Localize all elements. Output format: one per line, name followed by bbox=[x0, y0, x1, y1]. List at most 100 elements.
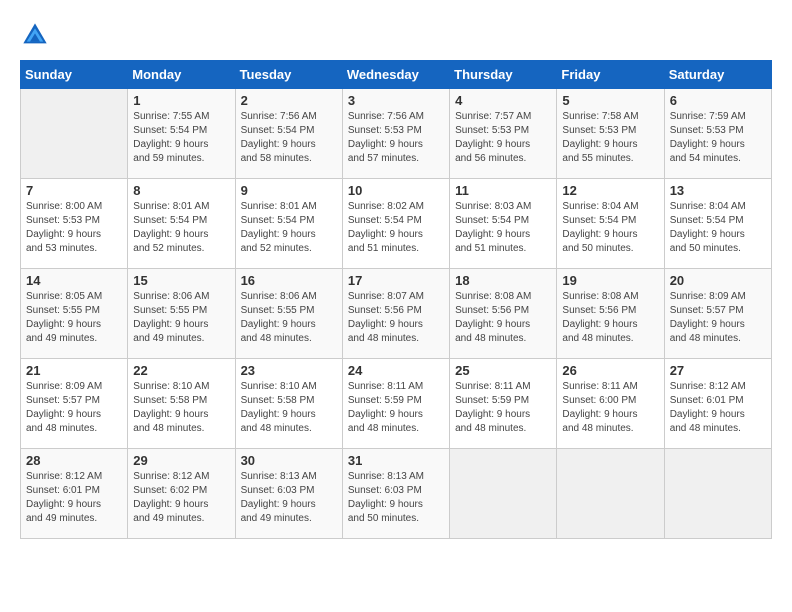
page-header bbox=[20, 20, 772, 50]
calendar-cell: 16 Sunrise: 8:06 AMSunset: 5:55 PMDayligh… bbox=[235, 269, 342, 359]
calendar-cell: 22Sunrise: 8:10 AMSunset: 5:58 PMDayligh… bbox=[128, 359, 235, 449]
day-info: Sunrise: 8:13 AMSunset: 6:03 PMDaylight:… bbox=[348, 470, 444, 526]
header-thursday: Thursday bbox=[450, 61, 557, 89]
day-info: Sunrise: 8:01 AMSunset: 5:54 PMDaylight:… bbox=[241, 200, 337, 256]
day-number: 18 bbox=[455, 273, 551, 288]
calendar-week-1: 1 Sunrise: 7:55 AMSunset: 5:54 PMDaylight… bbox=[21, 89, 772, 179]
day-number: 5 bbox=[562, 93, 658, 108]
day-info: Sunrise: 8:08 AMSunset: 5:56 PMDaylight:… bbox=[455, 290, 551, 346]
day-number: 9 bbox=[241, 183, 337, 198]
day-number: 26 bbox=[562, 363, 658, 378]
day-number: 19 bbox=[562, 273, 658, 288]
calendar-cell: 30 Sunrise: 8:13 AMSunset: 6:03 PMDayligh… bbox=[235, 449, 342, 539]
calendar-cell: 8 Sunrise: 8:01 AMSunset: 5:54 PMDaylight… bbox=[128, 179, 235, 269]
day-number: 29 bbox=[133, 453, 229, 468]
header-tuesday: Tuesday bbox=[235, 61, 342, 89]
day-number: 31 bbox=[348, 453, 444, 468]
day-number: 28 bbox=[26, 453, 122, 468]
day-number: 8 bbox=[133, 183, 229, 198]
day-number: 4 bbox=[455, 93, 551, 108]
calendar-week-2: 7 Sunrise: 8:00 AMSunset: 5:53 PMDaylight… bbox=[21, 179, 772, 269]
day-number: 14 bbox=[26, 273, 122, 288]
day-number: 7 bbox=[26, 183, 122, 198]
calendar-cell: 29 Sunrise: 8:12 AMSunset: 6:02 PMDayligh… bbox=[128, 449, 235, 539]
day-info: Sunrise: 7:56 AMSunset: 5:53 PMDaylight:… bbox=[348, 110, 444, 166]
day-info: Sunrise: 8:01 AMSunset: 5:54 PMDaylight:… bbox=[133, 200, 229, 256]
day-number: 6 bbox=[670, 93, 766, 108]
header-monday: Monday bbox=[128, 61, 235, 89]
calendar-cell: 31 Sunrise: 8:13 AMSunset: 6:03 PMDayligh… bbox=[342, 449, 449, 539]
calendar-cell: 25 Sunrise: 8:11 AMSunset: 5:59 PMDayligh… bbox=[450, 359, 557, 449]
calendar-cell bbox=[664, 449, 771, 539]
day-info: Sunrise: 8:03 AMSunset: 5:54 PMDaylight:… bbox=[455, 200, 551, 256]
calendar-cell: 26Sunrise: 8:11 AMSunset: 6:00 PMDayligh… bbox=[557, 359, 664, 449]
calendar-cell: 7 Sunrise: 8:00 AMSunset: 5:53 PMDaylight… bbox=[21, 179, 128, 269]
calendar-cell bbox=[21, 89, 128, 179]
day-info: Sunrise: 8:09 AMSunset: 5:57 PMDaylight:… bbox=[26, 380, 122, 436]
day-info: Sunrise: 8:10 AMSunset: 5:58 PMDaylight:… bbox=[133, 380, 229, 436]
day-number: 2 bbox=[241, 93, 337, 108]
calendar-cell bbox=[557, 449, 664, 539]
day-info: Sunrise: 8:09 AMSunset: 5:57 PMDaylight:… bbox=[670, 290, 766, 346]
day-number: 20 bbox=[670, 273, 766, 288]
calendar-cell: 5 Sunrise: 7:58 AMSunset: 5:53 PMDaylight… bbox=[557, 89, 664, 179]
calendar-cell: 21 Sunrise: 8:09 AMSunset: 5:57 PMDayligh… bbox=[21, 359, 128, 449]
day-info: Sunrise: 7:59 AMSunset: 5:53 PMDaylight:… bbox=[670, 110, 766, 166]
calendar-cell: 13Sunrise: 8:04 AMSunset: 5:54 PMDayligh… bbox=[664, 179, 771, 269]
calendar-cell: 6 Sunrise: 7:59 AMSunset: 5:53 PMDaylight… bbox=[664, 89, 771, 179]
day-info: Sunrise: 8:08 AMSunset: 5:56 PMDaylight:… bbox=[562, 290, 658, 346]
calendar-header-row: SundayMondayTuesdayWednesdayThursdayFrid… bbox=[21, 61, 772, 89]
day-info: Sunrise: 8:07 AMSunset: 5:56 PMDaylight:… bbox=[348, 290, 444, 346]
day-info: Sunrise: 8:10 AMSunset: 5:58 PMDaylight:… bbox=[241, 380, 337, 436]
header-sunday: Sunday bbox=[21, 61, 128, 89]
calendar-cell: 23 Sunrise: 8:10 AMSunset: 5:58 PMDayligh… bbox=[235, 359, 342, 449]
day-info: Sunrise: 7:58 AMSunset: 5:53 PMDaylight:… bbox=[562, 110, 658, 166]
logo-icon bbox=[20, 20, 50, 50]
day-number: 12 bbox=[562, 183, 658, 198]
calendar-week-3: 14 Sunrise: 8:05 AMSunset: 5:55 PMDayligh… bbox=[21, 269, 772, 359]
day-number: 15 bbox=[133, 273, 229, 288]
calendar-cell: 20 Sunrise: 8:09 AMSunset: 5:57 PMDayligh… bbox=[664, 269, 771, 359]
calendar-cell: 12 Sunrise: 8:04 AMSunset: 5:54 PMDayligh… bbox=[557, 179, 664, 269]
header-wednesday: Wednesday bbox=[342, 61, 449, 89]
day-number: 17 bbox=[348, 273, 444, 288]
day-number: 16 bbox=[241, 273, 337, 288]
day-info: Sunrise: 8:04 AMSunset: 5:54 PMDaylight:… bbox=[562, 200, 658, 256]
calendar-cell: 11 Sunrise: 8:03 AMSunset: 5:54 PMDayligh… bbox=[450, 179, 557, 269]
day-info: Sunrise: 8:02 AMSunset: 5:54 PMDaylight:… bbox=[348, 200, 444, 256]
calendar-cell: 2Sunrise: 7:56 AMSunset: 5:54 PMDaylight… bbox=[235, 89, 342, 179]
day-number: 27 bbox=[670, 363, 766, 378]
day-number: 13 bbox=[670, 183, 766, 198]
calendar-cell: 17 Sunrise: 8:07 AMSunset: 5:56 PMDayligh… bbox=[342, 269, 449, 359]
day-info: Sunrise: 8:12 AMSunset: 6:01 PMDaylight:… bbox=[670, 380, 766, 436]
day-info: Sunrise: 8:06 AMSunset: 5:55 PMDaylight:… bbox=[133, 290, 229, 346]
day-info: Sunrise: 8:05 AMSunset: 5:55 PMDaylight:… bbox=[26, 290, 122, 346]
day-info: Sunrise: 8:11 AMSunset: 5:59 PMDaylight:… bbox=[455, 380, 551, 436]
calendar-cell: 4 Sunrise: 7:57 AMSunset: 5:53 PMDaylight… bbox=[450, 89, 557, 179]
day-info: Sunrise: 7:57 AMSunset: 5:53 PMDaylight:… bbox=[455, 110, 551, 166]
calendar-week-5: 28Sunrise: 8:12 AMSunset: 6:01 PMDayligh… bbox=[21, 449, 772, 539]
day-number: 10 bbox=[348, 183, 444, 198]
calendar-week-4: 21 Sunrise: 8:09 AMSunset: 5:57 PMDayligh… bbox=[21, 359, 772, 449]
calendar-cell: 28Sunrise: 8:12 AMSunset: 6:01 PMDayligh… bbox=[21, 449, 128, 539]
day-number: 24 bbox=[348, 363, 444, 378]
logo bbox=[20, 20, 54, 50]
day-info: Sunrise: 7:55 AMSunset: 5:54 PMDaylight:… bbox=[133, 110, 229, 166]
calendar-table: SundayMondayTuesdayWednesdayThursdayFrid… bbox=[20, 60, 772, 539]
day-number: 23 bbox=[241, 363, 337, 378]
calendar-cell: 24Sunrise: 8:11 AMSunset: 5:59 PMDayligh… bbox=[342, 359, 449, 449]
day-info: Sunrise: 8:06 AMSunset: 5:55 PMDaylight:… bbox=[241, 290, 337, 346]
calendar-cell: 14 Sunrise: 8:05 AMSunset: 5:55 PMDayligh… bbox=[21, 269, 128, 359]
day-number: 21 bbox=[26, 363, 122, 378]
day-info: Sunrise: 8:00 AMSunset: 5:53 PMDaylight:… bbox=[26, 200, 122, 256]
day-number: 1 bbox=[133, 93, 229, 108]
day-number: 11 bbox=[455, 183, 551, 198]
day-number: 30 bbox=[241, 453, 337, 468]
calendar-cell: 15 Sunrise: 8:06 AMSunset: 5:55 PMDayligh… bbox=[128, 269, 235, 359]
day-number: 25 bbox=[455, 363, 551, 378]
header-saturday: Saturday bbox=[664, 61, 771, 89]
day-info: Sunrise: 8:13 AMSunset: 6:03 PMDaylight:… bbox=[241, 470, 337, 526]
day-number: 3 bbox=[348, 93, 444, 108]
header-friday: Friday bbox=[557, 61, 664, 89]
day-info: Sunrise: 8:12 AMSunset: 6:02 PMDaylight:… bbox=[133, 470, 229, 526]
